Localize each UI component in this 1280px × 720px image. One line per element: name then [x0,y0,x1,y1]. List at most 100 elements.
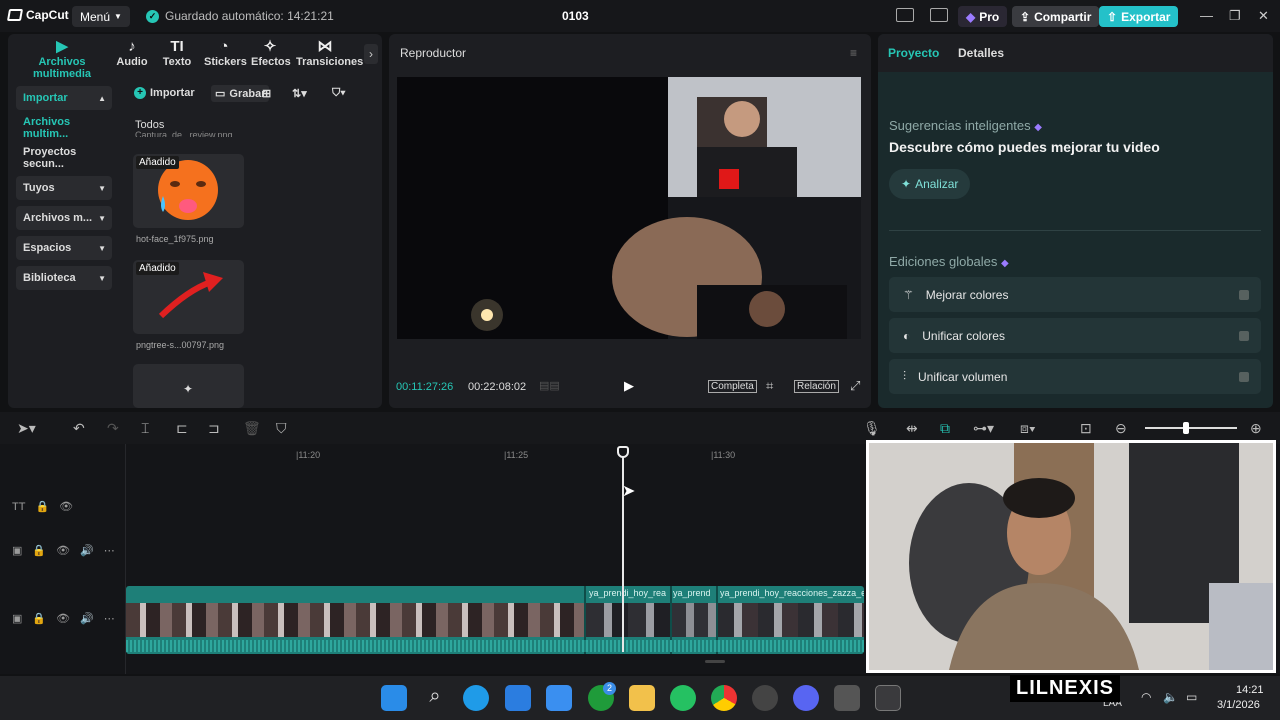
clock-date[interactable]: 3/1/2026 [1217,699,1260,711]
playhead-handle[interactable] [617,446,629,458]
unify-colors-row[interactable]: ◐ Unificar colores [889,318,1261,353]
speaker-icon[interactable]: 🔊 [80,612,94,625]
record-button[interactable]: ▭ Grabar [211,85,270,102]
trim-right-icon[interactable]: ⊐ [208,420,220,437]
tab-audio[interactable]: ♪ Audio [116,38,148,68]
edge-icon[interactable] [463,685,489,711]
hamburger-icon[interactable]: ≡ [850,46,857,60]
sidebar-item-import[interactable]: Importar ▲ [16,86,112,110]
maximize-icon[interactable]: ❐ [1229,8,1241,24]
undo-icon[interactable]: ↶ [73,420,85,437]
project-title[interactable]: 0103 [562,9,589,23]
capcut-taskbar-icon[interactable] [875,685,901,711]
share-button[interactable]: ⇪ Compartir [1012,6,1100,27]
magnet-icon[interactable]: ⧉ [940,420,950,437]
battery-icon[interactable]: ▭ [1186,690,1197,704]
zoom-in-icon[interactable]: ⊕ [1250,420,1262,437]
sidebar-item-media[interactable]: Archivos multim... [16,116,112,140]
speaker-icon[interactable]: 🔊 [80,544,94,557]
file-explorer-icon[interactable] [629,685,655,711]
shortcuts-icon[interactable] [930,8,948,22]
media-item-hot-face[interactable]: Añadido [133,154,244,228]
trim-left-icon[interactable]: ⊏ [176,420,188,437]
chrome-icon[interactable] [711,685,737,711]
select-cursor-icon[interactable]: ➤▾ [17,420,36,437]
news-icon[interactable] [546,685,572,711]
lock-icon[interactable]: 🔒 [35,500,49,513]
tab-stickers[interactable]: ◔ Stickers [204,38,247,68]
analyze-button[interactable]: ✦ Analizar [889,169,971,199]
app-icon[interactable] [752,685,778,711]
aspect-ratio-button[interactable]: Relación [794,380,839,393]
sidebar-item-subprojects[interactable]: Proyectos secun... [16,146,112,170]
more-icon[interactable]: ⋯ [104,612,115,625]
fit-icon[interactable]: ⊡ [1080,420,1092,437]
menu-button[interactable]: Menú ▼ [72,6,130,27]
tab-project[interactable]: Proyecto [888,46,939,60]
close-icon[interactable]: ✕ [1258,8,1269,24]
app-icon[interactable] [834,685,860,711]
tab-transitions[interactable]: ⋈ Transiciones [296,38,363,68]
tab-effects[interactable]: ✧ Efectos [251,38,291,68]
record-label: Grabar [229,87,266,100]
tab-text[interactable]: TI Texto [160,38,194,68]
unify-volume-toggle[interactable] [1239,371,1249,382]
sidebar-item-yours[interactable]: Tuyos ▼ [16,176,112,200]
timeline-scrollbar[interactable] [705,660,725,663]
export-button[interactable]: ⇧ Exportar [1099,6,1179,27]
windows-start-icon[interactable] [381,685,407,711]
sidebar-item-spaces[interactable]: Espacios ▼ [16,236,112,260]
minimize-icon[interactable]: — [1200,8,1213,23]
tab-details[interactable]: Detalles [958,46,1004,60]
redo-icon[interactable]: ↷ [107,420,119,437]
play-icon[interactable]: ▶ [624,378,634,394]
eye-icon[interactable]: 👁 [56,544,70,557]
volume-icon[interactable]: 🔈 [1163,690,1178,704]
filter-icon[interactable]: ⛉▾ [332,87,346,100]
eye-icon[interactable]: 👁 [56,612,70,625]
main-video-clips[interactable]: ya_prendi_hoy_rea ya_prend ya_prendi_hoy… [126,586,864,654]
clock-time[interactable]: 14:21 [1236,684,1264,696]
video-preview[interactable] [397,77,861,339]
store-icon[interactable] [505,685,531,711]
search-icon[interactable]: ⌕ [422,685,448,711]
microphone-icon[interactable]: 🎙 [863,420,881,437]
pro-button[interactable]: ◆ Pro [958,6,1008,27]
unify-colors-toggle[interactable] [1239,330,1249,341]
sort-icon[interactable]: ⇅▾ [292,87,307,100]
tab-media[interactable]: ▶ Archivos multimedia [12,38,112,80]
sidebar-item-library[interactable]: Biblioteca ▼ [16,266,112,290]
playhead[interactable] [617,446,629,652]
import-button[interactable]: + Importar [134,87,195,99]
eye-icon[interactable]: 👁 [59,500,73,513]
preview-axis-icon[interactable]: ⧈▾ [1020,420,1036,437]
scroll-tabs-right-icon[interactable]: › [364,44,378,64]
zoom-slider-handle[interactable] [1183,422,1189,434]
grid-view-icon[interactable]: ⊞ [262,87,271,100]
media-item-arrow[interactable]: Añadido [133,260,244,334]
media-item-partial[interactable]: ✦ [133,364,244,408]
link-icon[interactable]: ⇹ [906,420,918,437]
enhance-colors-toggle[interactable] [1239,289,1249,300]
sidebar-item-files[interactable]: Archivos m... ▼ [16,206,112,230]
full-quality-button[interactable]: Completa [708,380,757,393]
lock-icon[interactable]: 🔒 [32,544,46,557]
snapshot-icon[interactable]: ⌗ [766,378,773,394]
unify-volume-row[interactable]: ⫶ Unificar volumen [889,359,1261,394]
layout-icon[interactable] [896,8,914,22]
wifi-icon[interactable]: ◠ [1141,690,1151,704]
zoom-out-icon[interactable]: ⊖ [1115,420,1127,437]
fullscreen-icon[interactable]: ⤢ [850,378,860,394]
enhance-colors-row[interactable]: ⚚ Mejorar colores [889,277,1261,312]
whatsapp-icon[interactable] [670,685,696,711]
discord-icon[interactable] [793,685,819,711]
chain-icon[interactable]: ⊶▾ [973,420,994,437]
delete-icon[interactable]: 🗑 [243,420,261,437]
marker-icon[interactable]: ⛉ [276,420,287,437]
more-icon[interactable]: ⋯ [104,544,115,557]
split-icon[interactable]: ⌶ [141,420,149,437]
lock-icon[interactable]: 🔒 [32,612,46,625]
timecode-format-icon[interactable]: ▤▤ [539,379,560,392]
zoom-slider[interactable] [1145,422,1237,434]
sidebar-item-label: Tuyos [23,182,55,194]
